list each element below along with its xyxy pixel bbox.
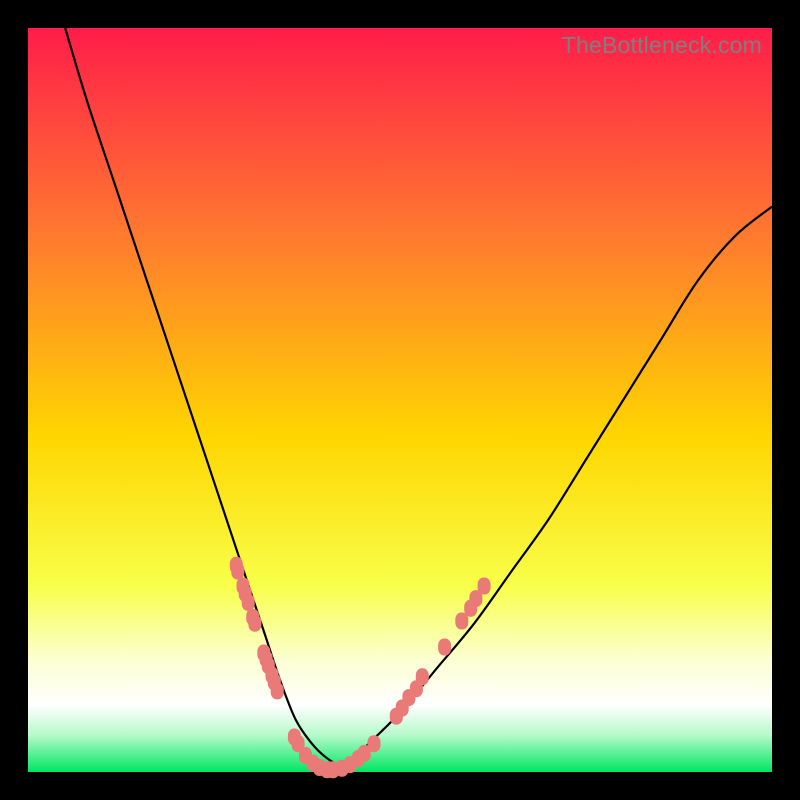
chart-plot [28,28,772,772]
curve-markers [230,557,491,779]
curve-marker [271,682,284,699]
curve-marker [231,563,244,580]
curve-marker [368,735,381,752]
bottleneck-curve [65,28,772,765]
watermark-label: TheBottleneck.com [562,32,762,59]
curve-marker [478,578,491,595]
curve-marker [416,668,429,685]
curve-marker [248,615,261,632]
chart-frame: TheBottleneck.com [28,28,772,772]
curve-marker [242,594,255,611]
curve-marker [438,639,451,656]
